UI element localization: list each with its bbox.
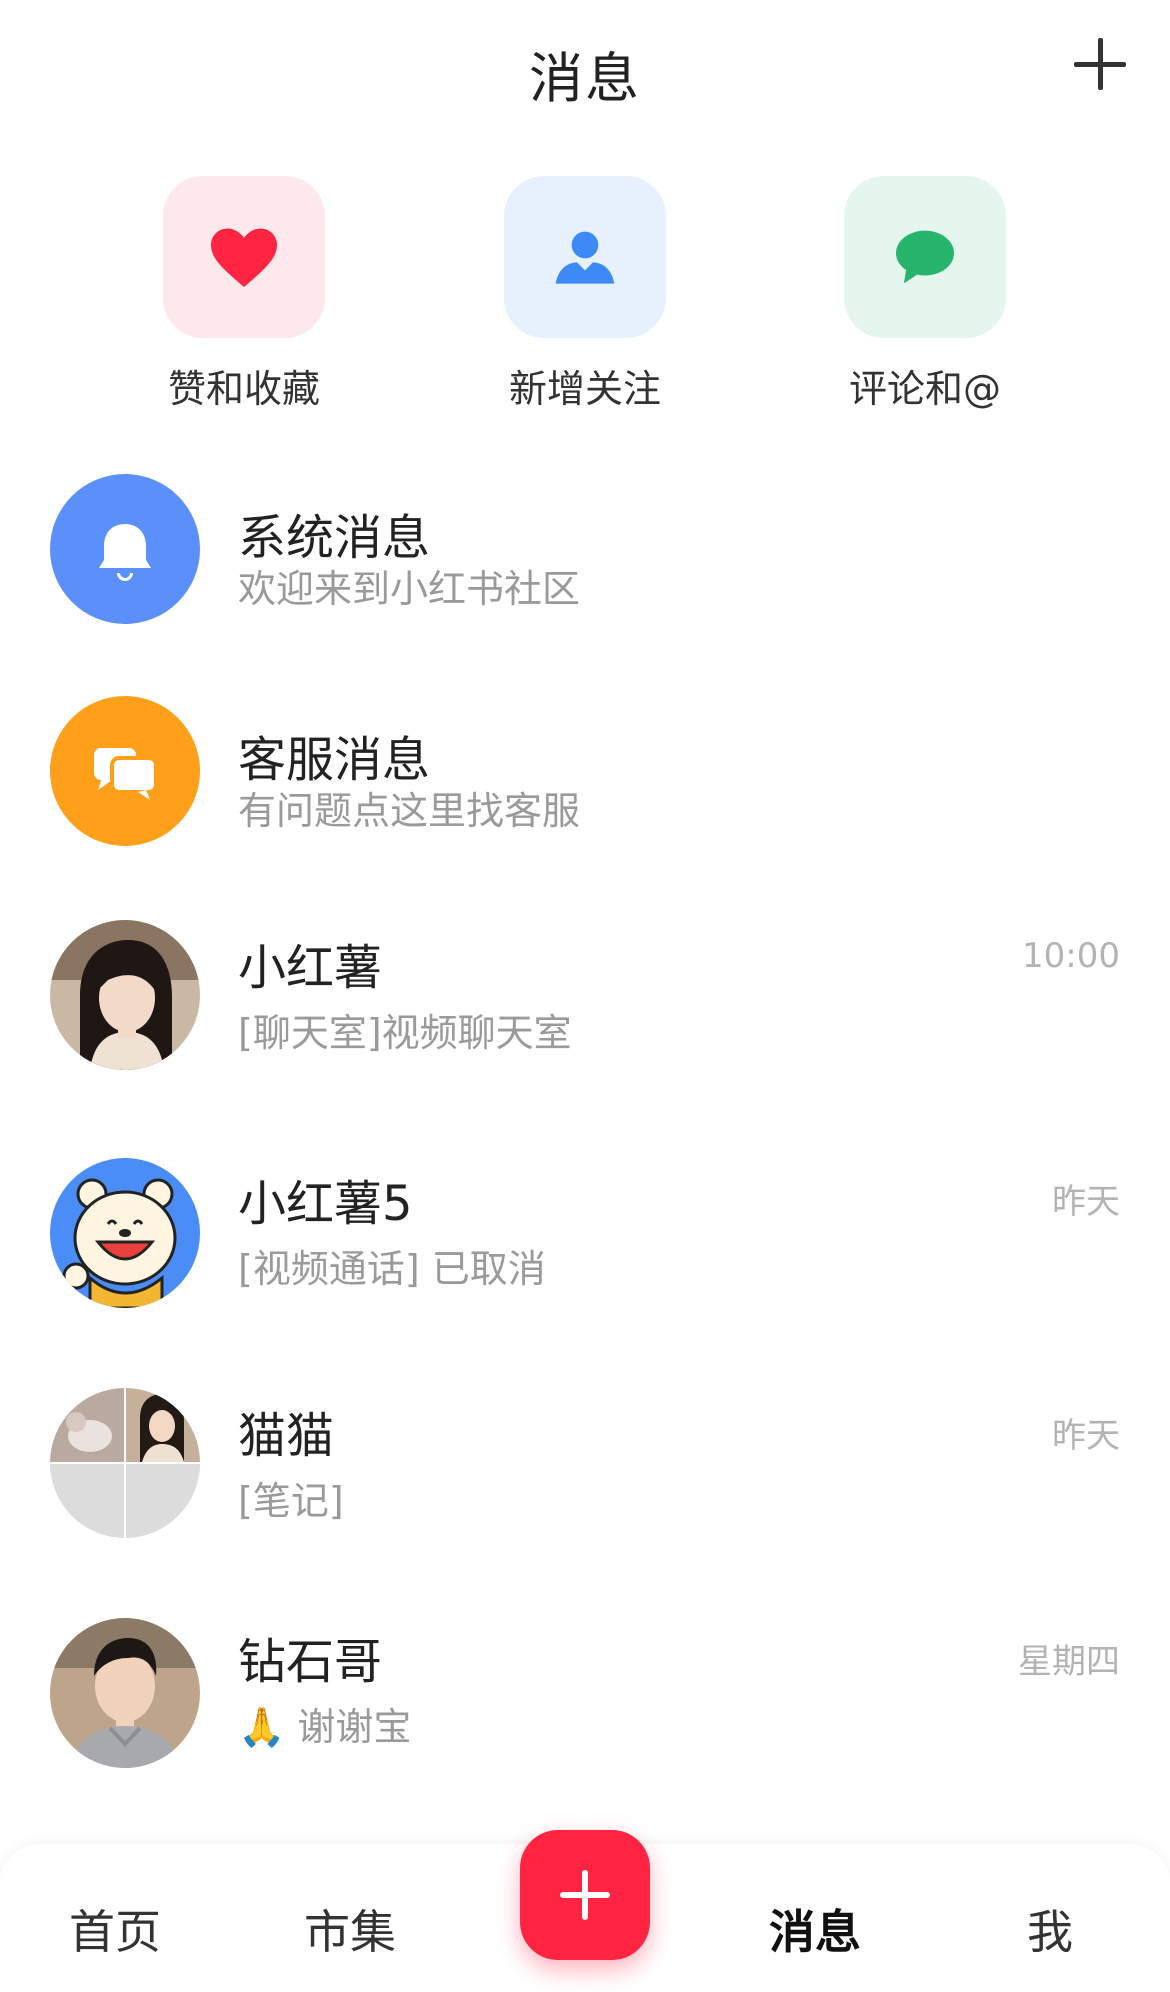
group-avatar (50, 1388, 200, 1538)
row-time: 星期四 (1018, 1642, 1120, 1682)
row-preview-text: 谢谢宝 (297, 1705, 412, 1749)
list-item-chat[interactable]: 小红薯5 [视频通话] 已取消 昨天 (0, 1144, 1170, 1314)
heart-icon (211, 228, 277, 287)
user-avatar-man (50, 1618, 200, 1768)
man-portrait (50, 1618, 200, 1768)
list-item-customer-service[interactable]: 客服消息 有问题点这里找客服 (0, 682, 1170, 852)
person-tile (504, 176, 666, 338)
tab-home[interactable]: 首页 (35, 1896, 195, 1962)
new-followers-button[interactable]: 新增关注 (465, 176, 705, 413)
row-preview: 欢迎来到小红书社区 (238, 567, 581, 611)
comments-mentions-label: 评论和@ (848, 367, 1001, 411)
heart-tile (163, 176, 325, 338)
group-collage (50, 1388, 200, 1538)
row-preview: [视频通话] 已取消 (238, 1247, 546, 1291)
row-title: 小红薯5 (238, 1176, 413, 1232)
row-title: 钻石哥 (238, 1634, 383, 1690)
list-item-group-chat[interactable]: 猫猫 [笔记] 昨天 (0, 1374, 1170, 1544)
header: 消息 (0, 0, 1170, 140)
row-time: 昨天 (1052, 1182, 1120, 1222)
likes-favorites-button[interactable]: 赞和收藏 (124, 176, 364, 413)
row-time: 10:00 (1022, 936, 1120, 976)
new-followers-label: 新增关注 (508, 367, 661, 411)
customer-service-avatar (50, 696, 200, 846)
row-title: 猫猫 (238, 1408, 335, 1464)
bell-icon (99, 524, 151, 581)
cartoon-bear (62, 1178, 177, 1308)
list-item-system-messages[interactable]: 系统消息 欢迎来到小红书社区 (0, 460, 1170, 630)
row-time: 昨天 (1052, 1416, 1120, 1456)
create-post-button[interactable] (520, 1830, 650, 1960)
tab-messages[interactable]: 消息 (735, 1896, 895, 1962)
likes-favorites-label: 赞和收藏 (167, 367, 320, 411)
row-title: 小红薯 (238, 940, 383, 996)
quick-actions: 赞和收藏 新增关注 评论和@ (0, 176, 1170, 416)
pray-emoji-icon: 🙏 (238, 1705, 286, 1749)
tab-me[interactable]: 我 (970, 1896, 1130, 1962)
person-icon (555, 231, 615, 284)
list-item-chat[interactable]: 小红薯 [聊天室]视频聊天室 10:00 (0, 906, 1170, 1076)
row-preview: 有问题点这里找客服 (238, 789, 581, 833)
page-title: 消息 (529, 47, 641, 110)
user-avatar-bear (50, 1158, 200, 1308)
comments-mentions-button[interactable]: 评论和@ (805, 176, 1045, 413)
tab-market[interactable]: 市集 (270, 1896, 430, 1962)
list-item-chat[interactable]: 钻石哥 🙏 谢谢宝 星期四 (0, 1604, 1170, 1774)
comment-icon (896, 230, 954, 284)
row-preview: 🙏 谢谢宝 (238, 1696, 411, 1751)
row-preview: [聊天室]视频聊天室 (238, 1011, 572, 1055)
row-preview: [笔记] (238, 1479, 344, 1523)
system-avatar (50, 474, 200, 624)
chat-bubbles-icon (94, 748, 158, 800)
comment-tile (844, 176, 1006, 338)
user-avatar-woman (50, 920, 200, 1070)
add-icon[interactable] (1074, 38, 1126, 90)
woman-portrait (50, 920, 200, 1070)
